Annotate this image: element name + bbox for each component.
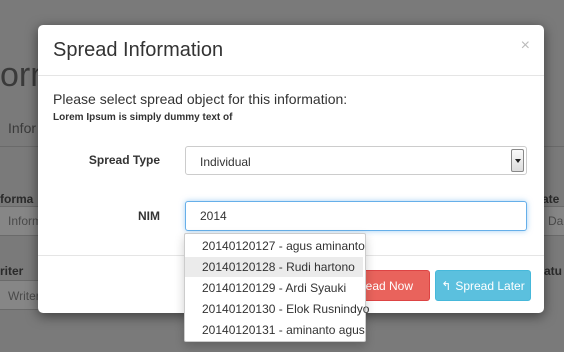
- spread-later-label: Spread Later: [455, 279, 525, 293]
- autocomplete-item[interactable]: 20140120127 - agus aminanto: [185, 236, 365, 256]
- bg-date-header: ate: [542, 192, 560, 206]
- nim-autocomplete-list: 20140120127 - agus aminanto 20140120128 …: [184, 233, 369, 342]
- bg-date-placeholder: Da: [548, 214, 564, 228]
- bg-section-title: Infor: [8, 120, 37, 136]
- autocomplete-item[interactable]: 20140120129 - Ardi Syauki: [185, 278, 363, 298]
- bg-info-header: forma: [0, 192, 34, 206]
- reply-arrow-icon: ↰: [441, 279, 452, 293]
- chevron-down-icon[interactable]: [511, 149, 524, 172]
- modal-title: Spread Information: [53, 39, 224, 61]
- nim-input[interactable]: [185, 201, 527, 231]
- spread-type-label: Spread Type: [88, 153, 160, 167]
- bg-writer-header: riter: [0, 264, 24, 278]
- autocomplete-item[interactable]: 20140120131 - aminanto agus: [185, 320, 365, 340]
- spread-type-value: Individual: [200, 155, 251, 169]
- autocomplete-item[interactable]: 20140120128 - Rudi hartono: [185, 257, 363, 277]
- spread-type-select[interactable]: Individual: [185, 146, 527, 175]
- modal-header: Spread Information ×: [38, 25, 544, 76]
- spread-later-button[interactable]: ↰ Spread Later: [435, 270, 531, 301]
- close-icon[interactable]: ×: [521, 37, 530, 55]
- autocomplete-item[interactable]: 20140120130 - Elok Rusnindyo: [185, 299, 369, 319]
- nim-label: NIM: [138, 209, 160, 223]
- modal-subtext: Lorem Ipsum is simply dummy text of: [53, 112, 233, 123]
- modal-prompt: Please select spread object for this inf…: [53, 91, 348, 107]
- bg-info-placeholder: Inform: [8, 214, 43, 228]
- bg-writer-placeholder: Writer: [8, 289, 40, 303]
